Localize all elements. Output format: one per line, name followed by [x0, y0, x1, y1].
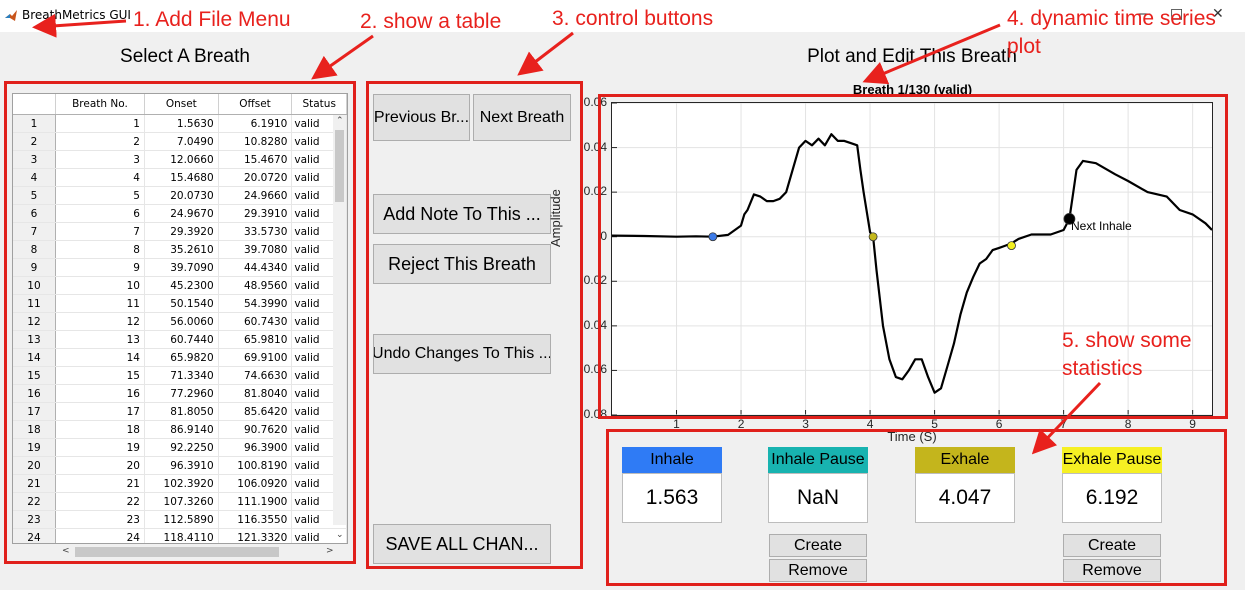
annotation-controls: 3. control buttons — [552, 7, 714, 30]
annotation-arrows — [32, 13, 1102, 455]
annotation-file-menu: 1. Add File Menu — [133, 8, 291, 31]
arrow-plot — [862, 23, 1001, 85]
annotation-plot-line2: plot — [1007, 35, 1041, 58]
annotation-table: 2. show a table — [360, 10, 502, 33]
annotation-plot-line1: 4. dynamic time series — [1007, 7, 1216, 30]
annotation-stats-line1: 5. show some — [1062, 329, 1192, 352]
arrow-table — [311, 34, 374, 80]
annotation-stats-line2: statistics — [1062, 357, 1143, 380]
arrow-controls — [517, 31, 574, 76]
arrow-file-menu — [32, 13, 127, 38]
arrow-stats — [1031, 381, 1102, 455]
